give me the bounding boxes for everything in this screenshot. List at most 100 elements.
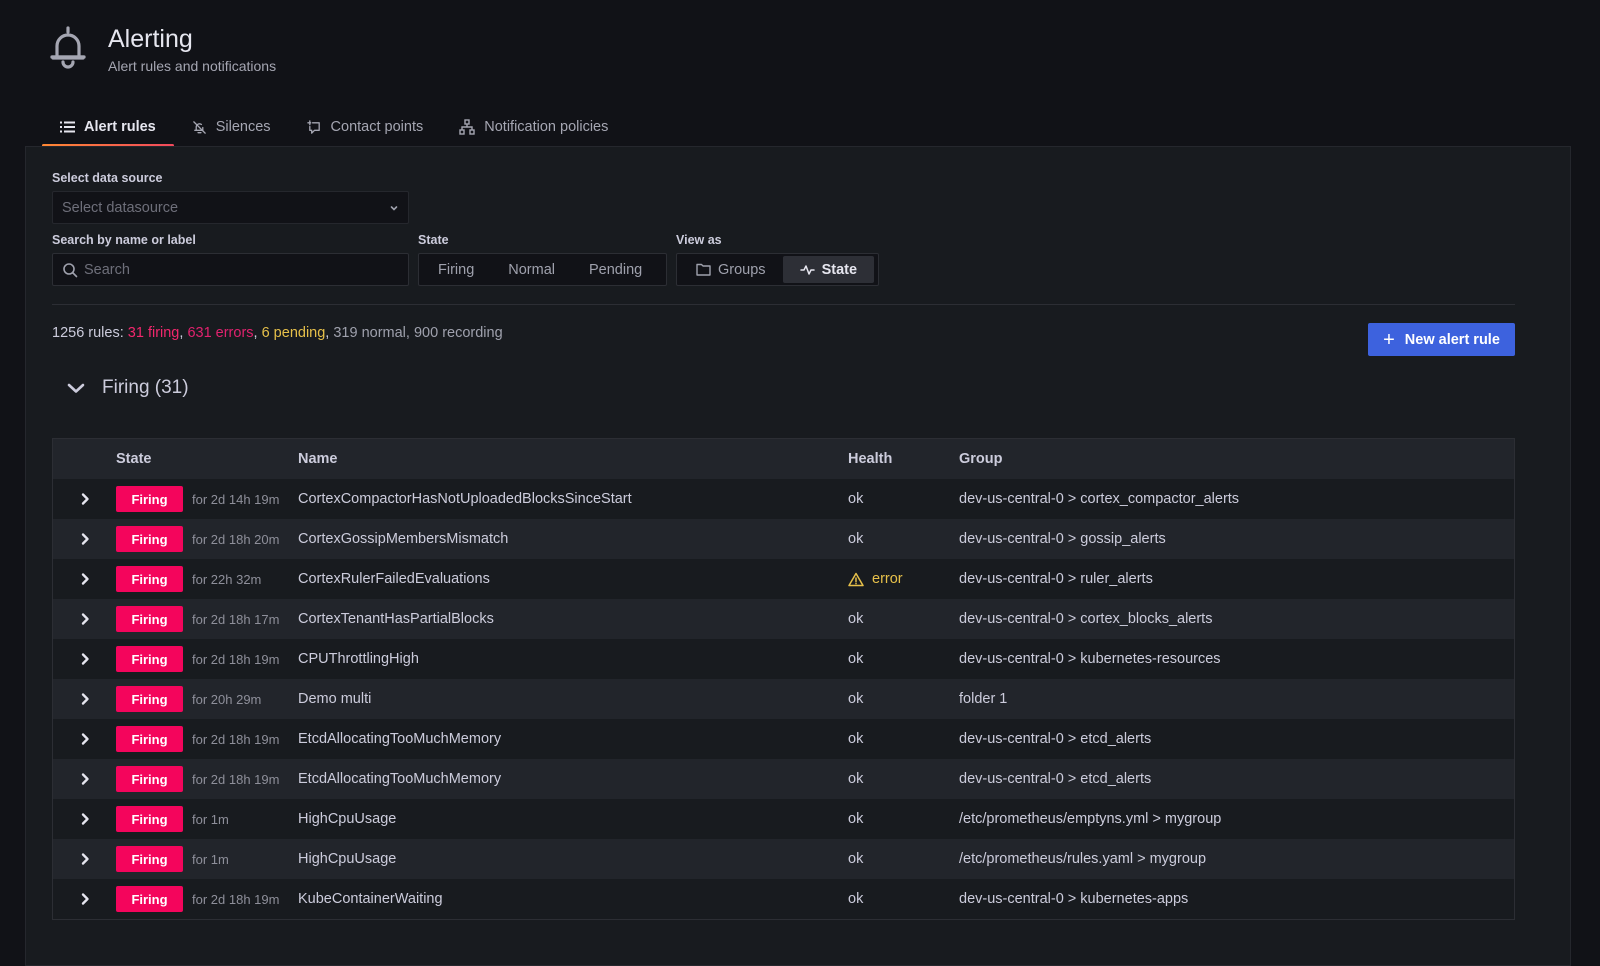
rule-health: ok [848,491,959,507]
rule-group: dev-us-central-0 > cortex_blocks_alerts [959,611,1213,627]
chevron-right-icon [81,813,89,825]
rule-group: dev-us-central-0 > gossip_alerts [959,531,1166,547]
table-row: Firing for 2d 14h 19m CortexCompactorHasNo… [53,479,1514,519]
column-header-group: Group [959,451,1003,467]
expand-row-button[interactable] [53,772,116,786]
state-filter-firing[interactable]: Firing [421,256,491,283]
rule-health-text: ok [848,611,864,627]
view-as-state[interactable]: State [782,256,875,283]
column-header-health: Health [848,451,893,467]
tab-label: Alert rules [84,119,156,135]
rule-health-text: ok [848,731,864,747]
state-badge: Firing [116,686,183,712]
tab-silences[interactable]: Silences [174,108,289,146]
summary-pending: 6 pending [261,325,326,341]
expand-row-button[interactable] [53,852,116,866]
summary-total: 1256 rules: [52,325,128,341]
state-duration: for 1m [192,811,229,827]
list-icon [60,121,75,133]
state-badge: Firing [116,846,183,872]
plus-icon: + [1383,328,1395,351]
expand-row-button[interactable] [53,492,116,506]
chevron-down-icon [67,383,85,393]
rules-summary: 1256 rules: 31 firing, 631 errors, 6 pen… [52,325,503,341]
rule-group: dev-us-central-0 > etcd_alerts [959,771,1152,787]
view-as-groups[interactable]: Groups [679,256,783,283]
rule-name: HighCpuUsage [298,851,397,867]
datasource-select[interactable]: Select datasource [52,191,409,224]
bell-slash-icon [192,120,206,134]
summary-errors: 631 errors [187,325,254,341]
summary-normal: 319 normal [333,325,406,341]
view-as-groups-label: Groups [718,261,766,278]
expand-row-button[interactable] [53,612,116,626]
table-row: Firing for 2d 18h 19m CPUThrottlingHigh ok d… [53,639,1514,679]
state-badge: Firing [116,726,183,752]
rule-health: ok [848,811,959,827]
state-badge: Firing [116,646,183,672]
new-alert-rule-button[interactable]: + New alert rule [1368,323,1515,356]
rule-health-text: ok [848,531,864,547]
chevron-right-icon [81,573,89,585]
rule-name: CortexCompactorHasNotUploadedBlocksSince… [298,491,632,507]
expand-row-button[interactable] [53,532,116,546]
state-duration: for 2d 18h 19m [192,651,280,667]
firing-section-toggle[interactable]: Firing (31) [66,377,189,399]
expand-row-button[interactable] [53,892,116,906]
rule-group: dev-us-central-0 > kubernetes-apps [959,891,1189,907]
tab-contact-points[interactable]: Contact points [289,108,442,146]
summary-firing: 31 firing [127,325,180,341]
alert-rules-panel: Select data source Select datasource Sea… [25,146,1571,966]
chevron-right-icon [81,733,89,745]
column-header-state: State [116,451,152,467]
rule-name: Demo multi [298,691,372,707]
firing-section-title: Firing (31) [102,377,189,398]
state-duration: for 2d 18h 20m [192,531,280,547]
state-filter-pending[interactable]: Pending [572,256,659,283]
table-row: Firing for 22h 32m CortexRulerFailedEvalua… [53,559,1514,599]
expand-row-button[interactable] [53,812,116,826]
state-badge: Firing [116,526,183,552]
state-duration: for 2d 18h 19m [192,891,280,907]
tab-bar: Alert rules Silences Contact points Noti… [42,108,626,147]
rule-name: EtcdAllocatingTooMuchMemory [298,771,502,787]
rules-table: State Name Health Group Firing for 2d 14h… [52,438,1515,920]
datasource-label: Select data source [52,171,163,185]
page-title: Alerting [108,25,193,53]
state-filter-normal[interactable]: Normal [491,256,572,283]
expand-row-button[interactable] [53,692,116,706]
bell-icon [50,26,86,69]
rule-name: CortexRulerFailedEvaluations [298,571,490,587]
expand-row-button[interactable] [53,572,116,586]
state-badge: Firing [116,566,183,592]
table-header: State Name Health Group [53,439,1514,479]
rule-health-text: error [872,571,903,587]
chevron-right-icon [81,653,89,665]
column-header-name: Name [298,451,338,467]
expand-row-button[interactable] [53,732,116,746]
expand-row-button[interactable] [53,652,116,666]
view-as-label: View as [676,233,722,247]
table-row: Firing for 2d 18h 19m EtcdAllocatingTooMuc… [53,759,1514,799]
rule-name: HighCpuUsage [298,811,397,827]
rule-health: ok [848,531,959,547]
rule-group: dev-us-central-0 > ruler_alerts [959,571,1153,587]
rule-health: ok [848,651,959,667]
tab-notification-policies[interactable]: Notification policies [441,108,626,146]
rule-group: /etc/prometheus/emptyns.yml > mygroup [959,811,1222,827]
rule-group: /etc/prometheus/rules.yaml > mygroup [959,851,1207,867]
tab-alert-rules[interactable]: Alert rules [42,108,174,147]
datasource-placeholder: Select datasource [62,199,179,216]
tab-label: Contact points [330,119,424,135]
table-row: Firing for 1m HighCpuUsage ok/etc/prometheu… [53,839,1514,879]
rule-name: CortexTenantHasPartialBlocks [298,611,494,627]
rule-name: CPUThrottlingHigh [298,651,419,667]
rule-health-text: ok [848,691,864,707]
search-input[interactable]: Search [52,253,409,286]
table-row: Firing for 1m HighCpuUsage ok/etc/prometheu… [53,799,1514,839]
heartbeat-icon [799,264,815,275]
rule-health: ok [848,691,959,707]
view-as-group: Groups State [676,253,879,286]
rule-group: dev-us-central-0 > cortex_compactor_aler… [959,491,1240,507]
state-duration: for 22h 32m [192,571,262,587]
